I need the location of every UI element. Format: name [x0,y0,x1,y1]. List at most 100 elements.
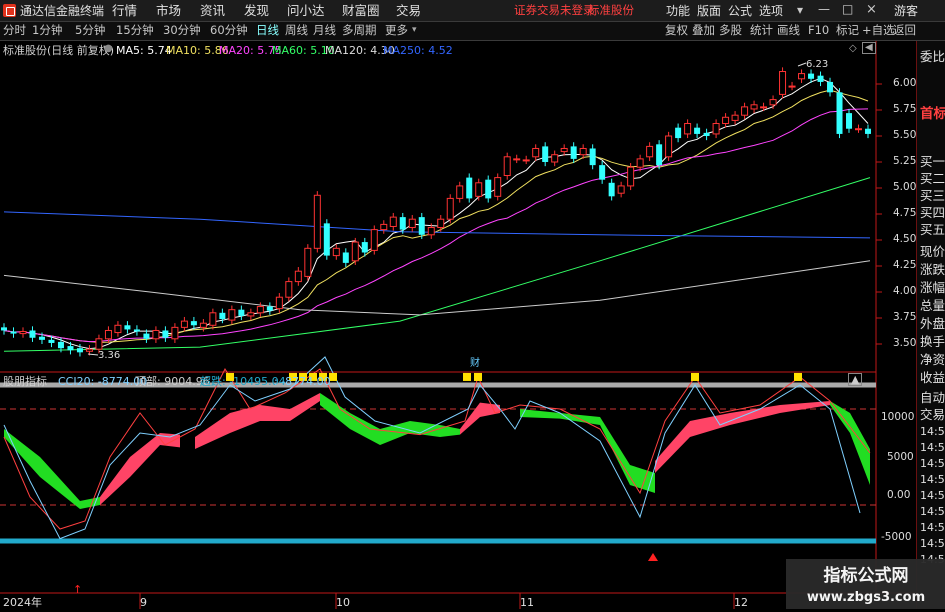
candle-body-up [788,85,796,88]
period-60min[interactable]: 60分钟 [210,24,248,37]
chart-collapse-button[interactable]: ◀ [862,42,876,54]
tool-zixuan[interactable]: +自选 [862,24,895,37]
candle-body-down [10,331,17,334]
candle-body-up [551,154,559,163]
candle-body-down [238,309,245,316]
candle-body-up [180,320,188,328]
candle-body-up [285,281,293,298]
period-15min[interactable]: 15分钟 [116,24,154,37]
period-5min[interactable]: 5分钟 [75,24,105,37]
period-fenshi[interactable]: 分时 [3,24,26,37]
ma20-line [3,108,869,343]
period-multi[interactable]: 多周期 [342,24,377,37]
site-watermark-logo: 指标公式网 www.zbgs3.com [807,565,925,605]
date-label-9: 9 [140,596,147,609]
minimize-button[interactable]: ▾ [797,4,803,16]
tool-diejia[interactable]: 叠加 [692,24,715,37]
period-more[interactable]: 更多 [385,24,408,37]
candle-body-up [579,147,587,156]
candle-body-up [503,156,511,177]
menu-zixun[interactable]: 资讯 [200,4,225,18]
tool-f10[interactable]: F10 [808,24,829,37]
svg-text:www.zbgs3.com: www.zbgs3.com [807,590,925,605]
menu-caifuquan[interactable]: 财富圈 [342,4,380,18]
close-icon[interactable]: × [866,3,877,16]
chart-menu-icon[interactable]: ◇ [849,44,857,54]
price-tick: 4.50 [893,233,917,245]
candle-body-up [665,135,673,158]
buy5-label: 买五 [920,222,945,237]
candle-body-up [370,229,378,251]
indicator-tick: 0.00 [887,489,911,501]
candle-body-down [827,81,834,93]
tool-tongji[interactable]: 统计 [750,24,773,37]
ma5-legend: MA5: 5.74 [116,44,172,57]
menu-hangqing[interactable]: 行情 [112,4,137,18]
xianjia-label: 现价 [920,244,945,259]
candle-body-up [427,227,435,236]
tick-time: 14:56 [920,457,945,470]
maximize-icon[interactable]: □ [842,3,853,15]
menu-shichang[interactable]: 市场 [156,4,181,18]
finance-marker[interactable]: 财 [470,359,480,369]
candle-body-down [133,329,140,332]
menu-wenxiaoda[interactable]: 问小达 [287,4,325,18]
candle-body-down [29,330,36,338]
menu-bar: 通达信金融终端 行情 市场 资讯 发现 问小达 财富圈 交易 证券交易未登录 标… [0,0,945,22]
tick-time: 14:56 [920,425,945,438]
indicator-ribbon [520,409,655,493]
menu-faxian[interactable]: 发现 [244,4,269,18]
guest-user[interactable]: 游客 [894,5,918,17]
candle-body-down [219,312,226,320]
candle-body-up [769,99,777,106]
tick-time: 14:56 [920,505,945,518]
more-chevron-icon[interactable]: ▾ [412,26,417,35]
candle-body-up [95,338,103,350]
trade-login-alert[interactable]: 证券交易未登录 [514,4,595,17]
candle-body-up [389,216,397,227]
tool-biaoji[interactable]: 标记 [836,24,859,37]
svg-text:指标公式网: 指标公式网 [824,565,909,586]
menu-banmian[interactable]: 版面 [697,5,721,17]
menu-gongshi[interactable]: 公式 [728,5,752,17]
date-year-label: 2024年 [3,596,42,609]
settings-gear-icon[interactable]: ● [104,44,113,54]
menu-xuanxiang[interactable]: 选项 [759,5,783,17]
tick-time: 14:56 [920,441,945,454]
tool-huaxian[interactable]: 画线 [777,24,800,37]
price-tick: 5.75 [893,103,917,115]
weibi-label: 委比 [920,49,945,64]
period-monthly[interactable]: 月线 [313,24,336,37]
signal-square [794,372,802,381]
kline-chart[interactable]: ↑ [0,41,916,609]
candle-body-up [294,270,302,283]
date-label-10: 10 [336,596,350,609]
tool-duogu[interactable]: 多股 [719,24,742,37]
period-30min[interactable]: 30分钟 [163,24,201,37]
tick-time: 14:56 [920,473,945,486]
ma250-legend: MA250: 4.52 [383,44,453,57]
candle-body-down [608,182,615,197]
trade-label[interactable]: 交易 [920,404,945,423]
period-weekly[interactable]: 周线 [285,24,308,37]
candle-body-up [19,331,27,335]
buy-signal-triangle [648,553,658,561]
candle-body-down [466,177,473,199]
tick-time: 14:56 [920,489,945,502]
candle-body-down [817,75,824,82]
menu-jiaoyi[interactable]: 交易 [396,4,421,18]
period-1min[interactable]: 1分钟 [32,24,62,37]
zhangdie-label: 涨跌 [920,262,945,277]
indicator-scroll-up[interactable]: ▲ [848,373,863,386]
tool-fuquan[interactable]: 复权 [665,24,688,37]
minimize-icon[interactable]: — [818,3,830,15]
candle-body-down [599,165,606,180]
candle-body-up [304,247,312,277]
menu-gongneng[interactable]: 功能 [666,5,690,17]
tool-fanhui[interactable]: 返回 [893,24,916,37]
period-daily[interactable]: 日线 [256,24,279,37]
candle-body-down [1,327,7,331]
chart-area[interactable]: ↑ 标准股份(日线 前复权) ● MA5: 5.74 MA10: 5.86 MA… [0,41,945,609]
price-tick: 3.75 [893,311,917,323]
candle-body-up [731,114,739,121]
